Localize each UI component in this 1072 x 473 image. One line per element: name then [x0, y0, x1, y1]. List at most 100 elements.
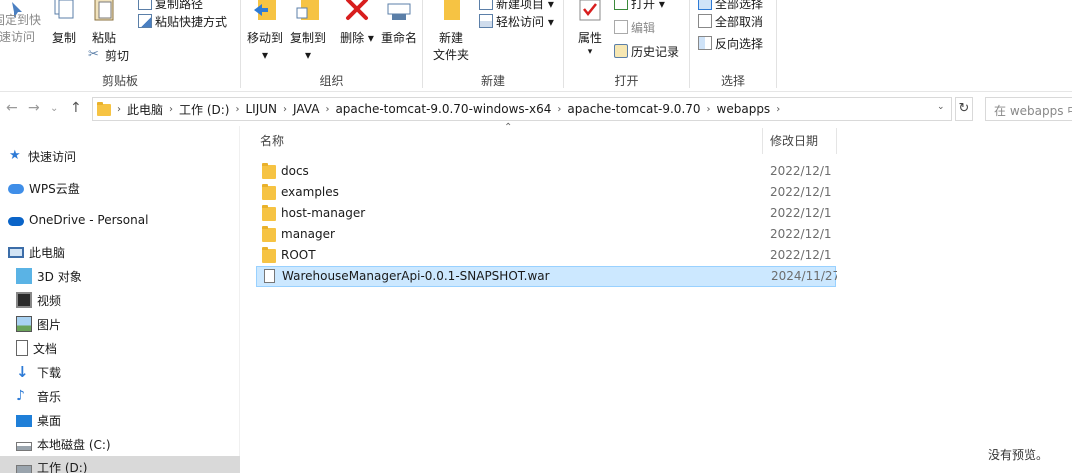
copy-path-icon [138, 0, 152, 10]
chevron-right-icon[interactable]: › [283, 104, 287, 115]
computer-icon [8, 246, 24, 258]
column-divider[interactable] [762, 128, 763, 154]
back-arrow-icon[interactable]: ← [6, 100, 18, 116]
column-header-name[interactable]: 名称 [260, 126, 760, 156]
open-button[interactable]: 打开 ▾ [614, 0, 665, 12]
video-icon [16, 292, 32, 308]
sidebar-item-downloads[interactable]: ↓ 下载 [0, 361, 240, 383]
drive-icon [16, 464, 32, 473]
star-icon: ★ [9, 148, 21, 163]
history-icon [614, 44, 628, 58]
paste-button[interactable]: 粘贴 [86, 0, 122, 47]
chevron-right-icon[interactable]: › [557, 104, 561, 115]
cut-button[interactable]: ✂ 剪切 [88, 46, 129, 64]
new-folder-label-2: 文件夹 [432, 48, 469, 62]
file-name: ROOT [281, 248, 316, 262]
invert-selection-label: 反向选择 [715, 36, 764, 51]
copy-to-icon [296, 0, 319, 20]
sidebar-item-documents[interactable]: 文档 [0, 337, 240, 359]
sidebar-item-music[interactable]: ♪ 音乐 [0, 385, 240, 407]
chevron-right-icon[interactable]: › [235, 104, 239, 115]
new-folder-label-1: 新建 [438, 31, 463, 45]
sidebar-item-desktop[interactable]: 桌面 [0, 409, 240, 431]
copy-to-label: 复制到 ▾ [289, 31, 326, 62]
clipboard-group-label: 剪贴板 [101, 74, 138, 88]
pin-quick-access-button[interactable]: 固定到快 速访问 [0, 0, 42, 46]
address-dropdown-icon[interactable]: ⌄ [937, 102, 945, 112]
search-input[interactable]: 在 webapps 中搜索 [985, 97, 1072, 121]
breadcrumb-this-pc[interactable]: 此电脑 [127, 101, 163, 118]
folder-icon [262, 226, 276, 242]
new-folder-button[interactable]: 新建 文件夹 [429, 0, 473, 64]
pin-label-1: 固定到快 [0, 13, 41, 27]
folder-icon [262, 163, 276, 179]
sidebar-item-3d-objects[interactable]: 3D 对象 [0, 265, 240, 287]
sidebar-item-drive-d[interactable]: 工作 (D:) [0, 456, 240, 473]
paste-shortcut-button[interactable]: 粘贴快捷方式 [138, 12, 227, 30]
forward-arrow-icon[interactable]: → [28, 100, 40, 116]
scissors-icon: ✂ [88, 47, 99, 62]
open-group: 属性 ▾ 打开 ▾ 编辑 历史记录 打开 [564, 0, 689, 92]
ribbon-separator [776, 0, 777, 88]
breadcrumb-webapps[interactable]: webapps [717, 102, 771, 116]
chevron-right-icon[interactable]: › [325, 104, 329, 115]
breadcrumb-drive-d[interactable]: 工作 (D:) [179, 101, 229, 118]
copy-to-button[interactable]: 复制到 ▾ [287, 0, 329, 64]
sidebar-item-label: 音乐 [37, 389, 62, 404]
sidebar-item-quick-access[interactable]: ★ 快速访问 [0, 145, 240, 167]
file-name: examples [281, 185, 339, 199]
column-divider[interactable] [836, 128, 837, 154]
chevron-right-icon[interactable]: › [117, 104, 121, 115]
sidebar-item-this-pc[interactable]: 此电脑 [0, 241, 240, 263]
folder-icon [262, 205, 276, 221]
table-row[interactable]: examples 2022/12/1 1 [256, 182, 836, 203]
desktop-icon [16, 415, 32, 427]
edit-button[interactable]: 编辑 [614, 18, 655, 36]
breadcrumb-tomcat-windows[interactable]: apache-tomcat-9.0.70-windows-x64 [335, 102, 551, 116]
delete-button[interactable]: 删除 ▾ [339, 0, 375, 47]
copy-path-button[interactable]: 复制路径 [138, 0, 203, 12]
recent-locations-icon[interactable]: ⌄ [50, 103, 58, 114]
new-group: 新建 文件夹 新建项目 ▾ 轻松访问 ▾ 新建 [423, 0, 563, 92]
sidebar-item-wps-cloud[interactable]: WPS云盘 [0, 177, 240, 199]
clipboard-group: 固定到快 速访问 复制 粘贴 复制路径 粘贴快捷方式 ✂ 剪切 剪贴板 [0, 0, 240, 92]
rename-icon [387, 3, 411, 20]
history-button[interactable]: 历史记录 [614, 42, 679, 60]
chevron-right-icon[interactable]: › [707, 104, 711, 115]
table-row-selected[interactable]: WarehouseManagerApi-0.0.1-SNAPSHOT.war 2… [256, 266, 837, 287]
table-row[interactable]: docs 2022/12/1 1 [256, 161, 836, 182]
refresh-button[interactable]: ↻ [955, 97, 973, 121]
copy-button[interactable]: 复制 [46, 0, 82, 47]
table-row[interactable]: manager 2022/12/1 1 [256, 224, 836, 245]
sidebar-item-label: 图片 [37, 317, 62, 332]
easy-access-button[interactable]: 轻松访问 ▾ [479, 12, 554, 30]
cube-icon [16, 268, 32, 284]
up-arrow-icon[interactable]: ↑ [70, 100, 82, 116]
sidebar-item-pictures[interactable]: 图片 [0, 313, 240, 335]
sidebar-item-videos[interactable]: 视频 [0, 289, 240, 311]
file-name: manager [281, 227, 335, 241]
breadcrumb-tomcat[interactable]: apache-tomcat-9.0.70 [567, 102, 700, 116]
properties-button[interactable]: 属性 ▾ [572, 0, 608, 57]
sidebar-item-drive-c[interactable]: 本地磁盘 (C:) [0, 433, 240, 455]
breadcrumb-java[interactable]: JAVA [293, 102, 319, 116]
table-row[interactable]: ROOT 2022/12/1 1 [256, 245, 836, 266]
chevron-right-icon[interactable]: › [776, 104, 780, 115]
sidebar-item-onedrive[interactable]: OneDrive - Personal [0, 209, 240, 231]
table-row[interactable]: host-manager 2022/12/1 1 [256, 203, 836, 224]
invert-selection-button[interactable]: 反向选择 [698, 34, 763, 52]
copy-icon [54, 0, 74, 19]
open-group-label: 打开 [614, 74, 639, 88]
sidebar-item-label: 此电脑 [29, 245, 66, 260]
rename-button[interactable]: 重命名 [377, 0, 421, 47]
breadcrumb-lijun[interactable]: LIJUN [245, 102, 277, 116]
pin-label-2: 速访问 [0, 30, 35, 44]
sidebar-item-label: 快速访问 [28, 149, 77, 164]
move-to-button[interactable]: 移动到 ▾ [244, 0, 286, 64]
address-bar[interactable]: › 此电脑 › 工作 (D:) › LIJUN › JAVA › apache-… [92, 97, 952, 121]
chevron-right-icon[interactable]: › [169, 104, 173, 115]
column-header-date[interactable]: 修改日期 [770, 126, 840, 156]
select-none-button[interactable]: 全部取消 [698, 12, 763, 30]
select-all-button[interactable]: 全部选择 [698, 0, 763, 12]
new-item-button[interactable]: 新建项目 ▾ [479, 0, 554, 12]
